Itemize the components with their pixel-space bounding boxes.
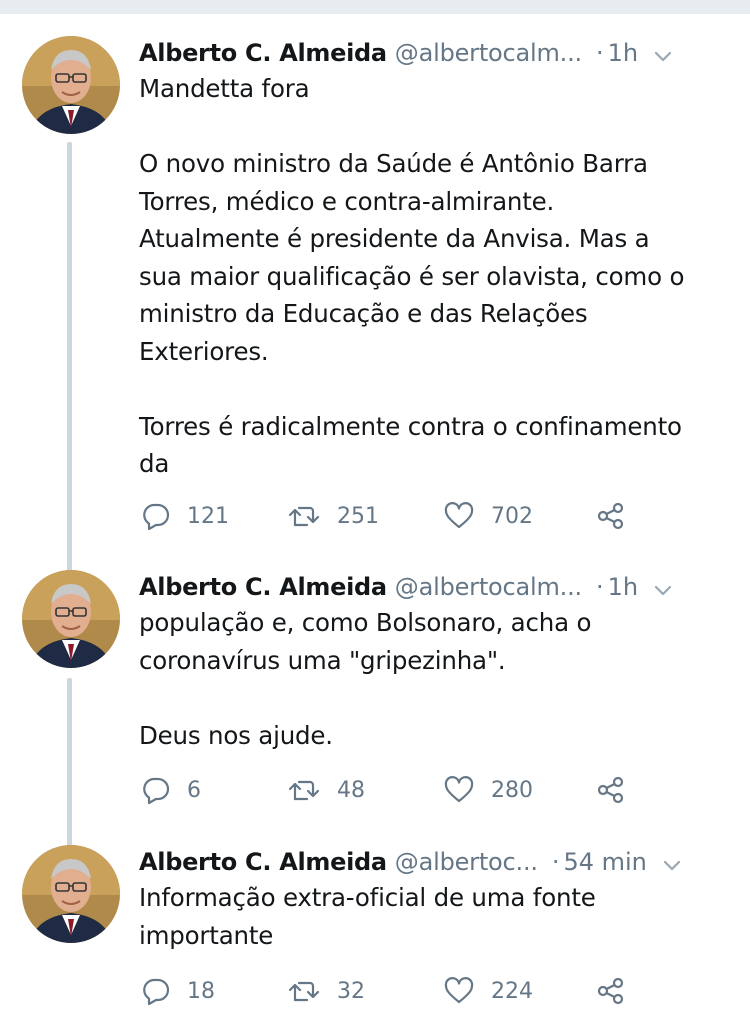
retweet-icon — [287, 976, 321, 1006]
heart-icon — [443, 976, 475, 1006]
tweet-actions: 121 251 702 — [139, 496, 739, 536]
text-line: importante — [139, 920, 274, 950]
share-button[interactable] — [595, 770, 627, 810]
author-handle[interactable]: @albertocalm... — [395, 36, 582, 70]
retweet-count: 32 — [337, 978, 365, 1004]
tweet-text: Informação extra-oficial de uma fonte im… — [139, 879, 729, 954]
share-button[interactable] — [595, 496, 627, 536]
text-line: sua maior qualificação é ser olavista, c… — [139, 261, 685, 291]
retweet-count: 48 — [337, 777, 365, 803]
retweet-button[interactable]: 251 — [287, 496, 379, 536]
avatar[interactable] — [22, 570, 120, 668]
thread-connector — [67, 142, 72, 576]
timestamp[interactable]: 54 min — [563, 845, 646, 879]
text-line: população e, como Bolsonaro, acha o — [139, 608, 592, 637]
like-button[interactable]: 702 — [443, 496, 533, 536]
reply-button[interactable]: 121 — [141, 496, 229, 536]
avatar[interactable] — [22, 845, 120, 943]
retweet-icon — [287, 501, 321, 531]
like-button[interactable]: 224 — [443, 971, 533, 1011]
text-line: Atualmente é presidente da Anvisa. Mas a — [139, 224, 650, 253]
like-button[interactable]: 280 — [443, 770, 533, 810]
share-button[interactable] — [595, 971, 627, 1011]
text-line: Torres é radicalmente contra o confiname… — [139, 411, 682, 441]
share-icon — [595, 976, 627, 1006]
retweet-count: 251 — [337, 503, 379, 529]
top-bar — [0, 0, 750, 14]
tweet-content: Alberto C. Almeida @albertocalm... · 1h … — [139, 570, 729, 754]
chevron-down-icon[interactable] — [661, 851, 683, 873]
reply-icon — [141, 775, 171, 805]
thread-connector — [67, 678, 72, 846]
timestamp[interactable]: 1h — [608, 570, 638, 604]
tweet-header: Alberto C. Almeida @albertoc... · 54 min — [139, 845, 729, 879]
author-handle[interactable]: @albertoc... — [395, 845, 538, 879]
like-count: 280 — [491, 777, 533, 803]
text-line: Informação extra-oficial de uma fonte — [139, 883, 596, 912]
text-line: Torres, médico e contra-almirante. — [139, 186, 555, 216]
author-name[interactable]: Alberto C. Almeida — [139, 36, 387, 70]
tweet-header: Alberto C. Almeida @albertocalm... · 1h — [139, 36, 729, 70]
share-icon — [595, 501, 627, 531]
text-line: coronavírus uma "gripezinha". — [139, 645, 506, 675]
text-line: Deus nos ajude. — [139, 720, 333, 750]
author-name[interactable]: Alberto C. Almeida — [139, 570, 387, 604]
separator-dot: · — [595, 39, 604, 67]
text-line: da — [139, 449, 170, 478]
text-line: O novo ministro da Saúde é Antônio Barra — [139, 149, 648, 178]
reply-count: 18 — [187, 978, 215, 1004]
tweet-text: população e, como Bolsonaro, acha o coro… — [139, 604, 729, 754]
separator-dot: · — [595, 573, 604, 601]
timestamp[interactable]: 1h — [608, 36, 638, 70]
like-count: 702 — [491, 503, 533, 529]
reply-count: 6 — [187, 777, 201, 803]
avatar[interactable] — [22, 36, 120, 134]
reply-count: 121 — [187, 503, 229, 529]
tweet-content: Alberto C. Almeida @albertoc... · 54 min… — [139, 845, 729, 954]
tweet-content: Alberto C. Almeida @albertocalm... · 1h … — [139, 36, 729, 483]
retweet-button[interactable]: 48 — [287, 770, 365, 810]
author-handle[interactable]: @albertocalm... — [395, 570, 582, 604]
tweet-actions: 18 32 224 — [139, 971, 739, 1011]
retweet-button[interactable]: 32 — [287, 971, 365, 1011]
share-icon — [595, 775, 627, 805]
heart-icon — [443, 501, 475, 531]
retweet-icon — [287, 775, 321, 805]
text-line: Mandetta fora — [139, 74, 310, 103]
reply-button[interactable]: 18 — [141, 971, 215, 1011]
reply-icon — [141, 501, 171, 531]
chevron-down-icon[interactable] — [652, 42, 674, 64]
author-name[interactable]: Alberto C. Almeida — [139, 845, 387, 879]
text-line: Exteriores. — [139, 336, 269, 366]
tweet-text: Mandetta fora O novo ministro da Saúde é… — [139, 70, 729, 483]
separator-dot: · — [551, 848, 560, 876]
tweet-header: Alberto C. Almeida @albertocalm... · 1h — [139, 570, 729, 604]
chevron-down-icon[interactable] — [652, 576, 674, 598]
reply-icon — [141, 976, 171, 1006]
heart-icon — [443, 775, 475, 805]
reply-button[interactable]: 6 — [141, 770, 201, 810]
tweet-actions: 6 48 280 — [139, 770, 739, 810]
text-line: ministro da Educação e das Relações — [139, 299, 588, 328]
like-count: 224 — [491, 978, 533, 1004]
